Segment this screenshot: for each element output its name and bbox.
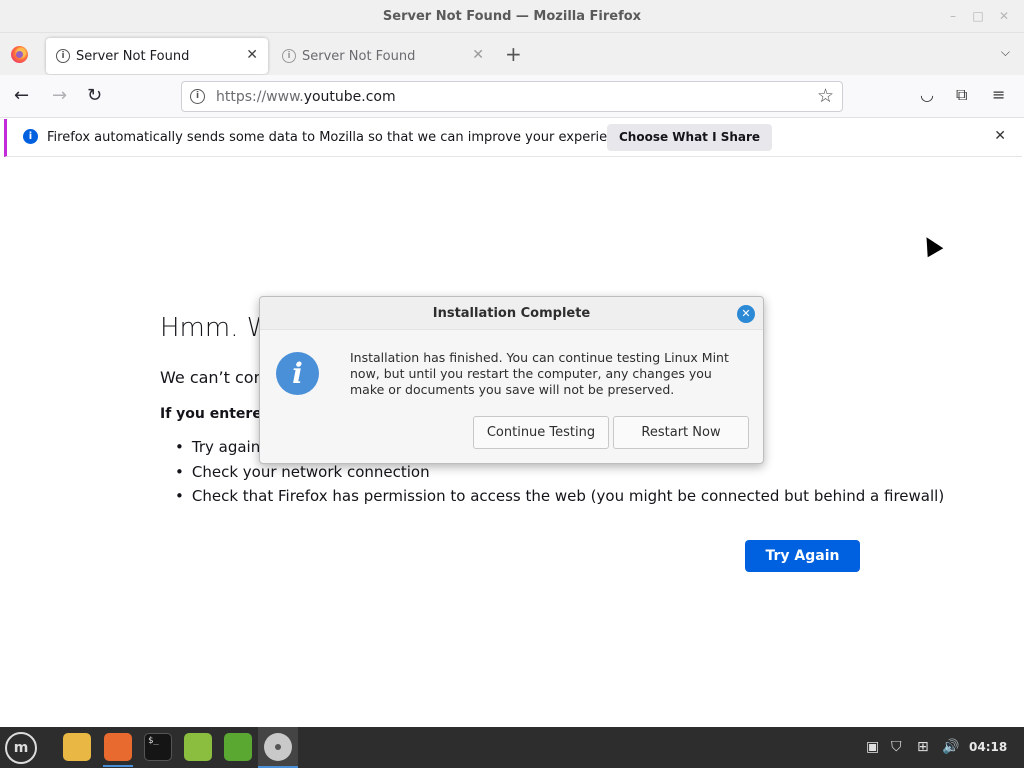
url-bar[interactable]: i https://www.youtube.com ☆ xyxy=(181,81,843,112)
extensions-icon[interactable]: ⧉ xyxy=(956,86,967,104)
software-manager-icon[interactable] xyxy=(184,733,212,761)
error-subtitle: We can’t con xyxy=(160,368,264,387)
try-again-button[interactable]: Try Again xyxy=(745,540,860,572)
url-text[interactable]: https://www.youtube.com xyxy=(216,89,396,105)
pocket-icon[interactable]: ◡ xyxy=(920,86,934,104)
shield-icon[interactable]: ⛉ xyxy=(891,739,902,755)
choose-what-i-share-button[interactable]: Choose What I Share xyxy=(607,124,773,151)
minimize-icon[interactable]: – xyxy=(946,9,960,23)
tab-active[interactable]: i Server Not Found ✕ xyxy=(46,38,268,74)
new-tab-icon[interactable]: + xyxy=(505,44,522,64)
dialog-message: Installation has finished. You can conti… xyxy=(350,350,729,397)
terminal-icon[interactable]: $_ xyxy=(144,733,172,761)
notification-close-icon[interactable]: ✕ xyxy=(994,128,1006,144)
tab-inactive[interactable]: i Server Not Found ✕ xyxy=(272,38,494,74)
site-info-icon[interactable]: i xyxy=(190,89,205,104)
info-icon: i xyxy=(23,129,38,144)
notification-message: Firefox automatically sends some data to… xyxy=(47,130,635,145)
reload-icon[interactable]: ↻ xyxy=(87,86,102,106)
volume-icon[interactable]: 🔊 xyxy=(942,739,959,755)
tab-close-icon[interactable]: ✕ xyxy=(472,47,484,63)
maximize-icon[interactable]: □ xyxy=(971,9,985,23)
forward-arrow-icon[interactable]: → xyxy=(52,86,67,106)
url-domain: youtube.com xyxy=(303,89,396,105)
error-title: Hmm. W xyxy=(160,313,273,343)
info-icon: i xyxy=(276,352,319,395)
error-suggestion-heading: If you entered xyxy=(160,406,272,422)
mint-menu-icon[interactable]: m xyxy=(5,732,37,764)
notification-bar: i Firefox automatically sends some data … xyxy=(4,119,1022,157)
continue-testing-button[interactable]: Continue Testing xyxy=(473,416,609,449)
window-titlebar: Server Not Found — Mozilla Firefox – □ ✕ xyxy=(0,0,1024,33)
url-prefix: https://www. xyxy=(216,89,304,105)
files-icon[interactable] xyxy=(63,733,91,761)
dialog-close-icon[interactable]: ✕ xyxy=(737,305,755,323)
tab-strip: i Server Not Found ✕ i Server Not Found … xyxy=(0,33,1024,75)
restart-now-button[interactable]: Restart Now xyxy=(613,416,749,449)
chevron-down-icon[interactable]: ⌵ xyxy=(1001,45,1010,60)
list-item: Check your network connection xyxy=(175,463,944,488)
installation-complete-dialog: Installation Complete ✕ i Installation h… xyxy=(259,296,764,464)
close-icon[interactable]: ✕ xyxy=(997,9,1011,23)
clipboard-icon[interactable]: ▣ xyxy=(866,739,879,755)
list-item: Check that Firefox has permission to acc… xyxy=(175,487,944,512)
clock[interactable]: 04:18 xyxy=(969,740,1007,754)
bookmark-star-icon[interactable]: ☆ xyxy=(817,85,834,107)
screen: Server Not Found — Mozilla Firefox – □ ✕… xyxy=(0,0,1024,768)
taskbar: m $_ ▣ ⛉ ⊞ 🔊 04:18 xyxy=(0,727,1024,768)
back-arrow-icon[interactable]: ← xyxy=(14,86,29,106)
info-icon: i xyxy=(56,49,70,63)
hamburger-menu-icon[interactable]: ≡ xyxy=(992,86,1005,104)
window-title: Server Not Found — Mozilla Firefox xyxy=(382,9,642,24)
dialog-title: Installation Complete xyxy=(260,297,763,330)
install-disc-icon[interactable] xyxy=(264,733,292,761)
firefox-icon[interactable] xyxy=(104,733,132,761)
tab-close-icon[interactable]: ✕ xyxy=(246,47,258,63)
navigation-toolbar: ← → ↻ i https://www.youtube.com ☆ ◡ ⧉ ≡ xyxy=(0,75,1024,118)
firefox-menu-icon[interactable] xyxy=(11,46,28,63)
tab-label: Server Not Found xyxy=(302,49,416,64)
info-icon: i xyxy=(282,49,296,63)
network-icon[interactable]: ⊞ xyxy=(917,739,929,755)
running-indicator xyxy=(103,765,133,767)
tab-label: Server Not Found xyxy=(76,49,190,64)
update-manager-icon[interactable] xyxy=(224,733,252,761)
